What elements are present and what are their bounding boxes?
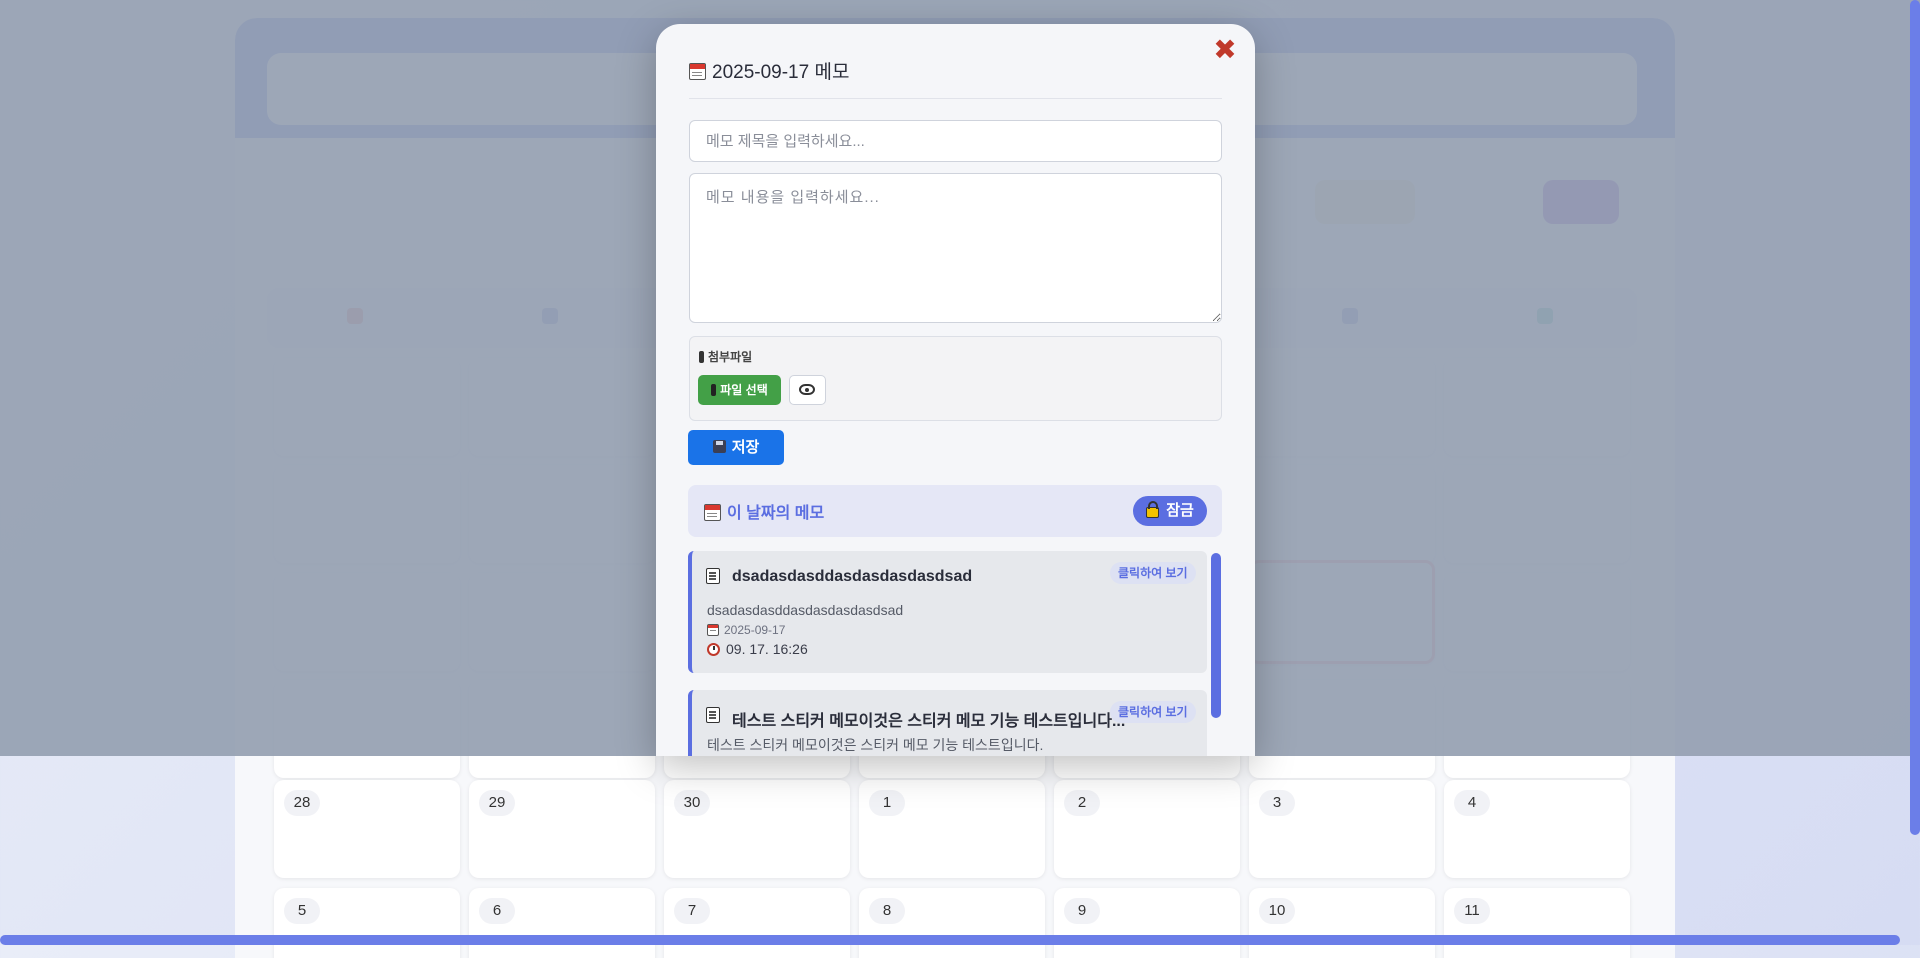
modal-title-text: 2025-09-17 메모 [712,62,850,83]
date-memos-title-text: 이 날짜의 메모 [727,505,825,522]
calendar-cell[interactable]: 9 [1054,888,1240,958]
attachment-label-text: 첨부파일 [708,350,753,364]
eye-icon [799,384,815,395]
attachment-label: 첨부파일 [699,348,752,365]
calendar-cell[interactable]: 7 [664,888,850,958]
date-number: 29 [479,790,515,816]
memo-card-content: 테스트 스티커 메모이것은 스티커 메모 기능 테스트입니다. [707,737,1044,753]
modal-title: 2025-09-17 메모 [689,57,849,89]
calendar-cell[interactable]: 1 [859,780,1045,878]
memo-list-scrollbar[interactable] [1211,553,1221,718]
memo-card-title: dsadasdasddasdasdasdasdsad [732,568,973,585]
calendar-icon [704,503,721,521]
save-button[interactable]: 저장 [688,430,784,465]
usb-icon [711,383,717,396]
calendar-cell[interactable]: 30 [664,780,850,878]
date-number: 4 [1454,790,1490,816]
memo-card-date: 2025-09-17 [707,623,785,637]
memo-list: dsadasdasddasdasdasdasdsad 클릭하여 보기 dsada… [688,551,1222,756]
memo-card-date-text: 2025-09-17 [724,623,786,637]
calendar-cell[interactable]: 2 [1054,780,1240,878]
date-number: 11 [1454,898,1490,924]
calendar-icon [707,623,719,636]
memo-title-input[interactable] [689,120,1222,162]
date-number: 6 [479,898,515,924]
file-select-button[interactable]: 파일 선택 [698,375,781,405]
date-number: 8 [869,898,905,924]
date-number: 2 [1064,790,1100,816]
date-number: 7 [674,898,710,924]
date-number: 9 [1064,898,1100,924]
calendar-cell[interactable]: 3 [1249,780,1435,878]
memo-card-content: dsadasdasddasdasdasdasdsad [707,602,904,618]
close-icon[interactable]: ✖ [1211,36,1239,64]
calendar-cell[interactable]: 8 [859,888,1045,958]
date-number: 3 [1259,790,1295,816]
memo-card-title: 테스트 스티커 메모이것은 스티커 메모 기능 테스트입니다... [732,713,1126,730]
memo-icon [706,707,720,723]
preview-button[interactable] [789,375,826,405]
divider [689,98,1222,99]
memo-card[interactable]: 테스트 스티커 메모이것은 스티커 메모 기능 테스트입니다... 클릭하여 보… [688,690,1207,756]
horizontal-scrollbar[interactable] [0,935,1900,945]
date-number: 1 [869,790,905,816]
memo-content-input[interactable] [689,173,1222,323]
date-memos-title: 이 날짜의 메모 [704,499,824,523]
view-memo-badge[interactable]: 클릭하여 보기 [1110,562,1196,584]
date-number: 5 [284,898,320,924]
lock-icon [1146,500,1160,518]
memo-card-time: 09. 17. 16:26 [707,641,808,657]
memo-card[interactable]: dsadasdasddasdasdasdasdsad 클릭하여 보기 dsada… [688,551,1207,673]
view-memo-badge[interactable]: 클릭하여 보기 [1110,701,1196,723]
file-select-label: 파일 선택 [720,383,768,397]
usb-icon [699,350,704,363]
floppy-disk-icon [712,439,726,453]
alarm-clock-icon [707,642,720,656]
calendar-cell[interactable]: 11 [1444,888,1630,958]
calendar-cell[interactable]: 4 [1444,780,1630,878]
date-memos-header: 이 날짜의 메모 잠금 [688,485,1222,537]
date-number: 30 [674,790,710,816]
memo-icon [706,568,720,584]
calendar-icon [689,62,706,80]
date-number: 28 [284,790,320,816]
lock-button-label: 잠금 [1166,502,1194,519]
save-button-label: 저장 [731,439,760,456]
lock-button[interactable]: 잠금 [1133,496,1207,526]
memo-card-time-text: 09. 17. 16:26 [726,641,808,657]
calendar-cell[interactable]: 10 [1249,888,1435,958]
date-number: 10 [1259,898,1295,924]
memo-modal: ✖ 2025-09-17 메모 첨부파일 파일 선택 저장 이 날짜의 메모 잠… [656,24,1255,756]
attachment-section: 첨부파일 파일 선택 [689,336,1222,421]
calendar-cell[interactable]: 5 [274,888,460,958]
calendar-cell[interactable]: 28 [274,780,460,878]
calendar-cell[interactable]: 29 [469,780,655,878]
vertical-scrollbar[interactable] [1910,0,1920,835]
calendar-cell[interactable]: 6 [469,888,655,958]
